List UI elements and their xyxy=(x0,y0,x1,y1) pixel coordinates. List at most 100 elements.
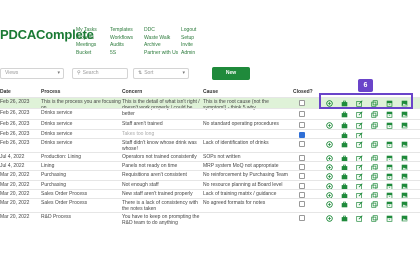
views-placeholder: Views xyxy=(5,70,19,76)
gallery-icon[interactable] xyxy=(401,173,408,180)
cell-date: Jul 4, 2022 xyxy=(0,163,25,169)
copy-icon[interactable] xyxy=(371,201,378,208)
add-icon[interactable] xyxy=(326,201,333,208)
nav-column-3: DDC Waste Walk Archive Partner with Us xyxy=(144,27,178,57)
cell-date: Mar 20, 2022 xyxy=(0,172,30,178)
nav-link[interactable]: Bucket xyxy=(76,50,97,58)
gallery-icon[interactable] xyxy=(401,215,408,222)
header-process: Process xyxy=(41,89,61,95)
briefcase-icon[interactable] xyxy=(341,173,348,180)
closed-checkbox[interactable] xyxy=(299,201,305,207)
cell-concern: There is a lack of consistency with the … xyxy=(122,200,198,212)
copy-icon[interactable] xyxy=(371,173,378,180)
sort-select[interactable]: ⇅ Sort ▾ xyxy=(133,68,189,79)
closed-checkbox[interactable] xyxy=(299,141,305,147)
chevron-down-icon: ▾ xyxy=(182,70,185,76)
nav-link[interactable]: Invite xyxy=(181,42,196,50)
gallery-icon[interactable] xyxy=(401,141,408,148)
table-row[interactable]: Feb 26, 2023 Drinks service xyxy=(0,108,420,119)
closed-checkbox[interactable] xyxy=(299,215,305,221)
briefcase-icon[interactable] xyxy=(341,111,348,118)
nav-link[interactable]: Admin xyxy=(181,50,196,58)
table-row[interactable]: Mar 20, 2022 R&D Process You have to keep … xyxy=(0,212,420,226)
add-icon[interactable] xyxy=(326,173,333,180)
search-placeholder: Search xyxy=(82,70,99,76)
nav-link[interactable]: 5S xyxy=(110,50,133,58)
archive-icon[interactable] xyxy=(386,215,393,222)
header-concern: Concern xyxy=(122,89,143,95)
closed-checkbox[interactable] xyxy=(299,111,305,117)
copy-icon[interactable] xyxy=(371,122,378,129)
closed-checkbox[interactable] xyxy=(299,122,305,128)
cell-date: Mar 20, 2022 xyxy=(0,200,30,206)
cell-process: Drinks service xyxy=(41,131,73,137)
nav-link[interactable]: Logout xyxy=(181,27,196,35)
add-icon[interactable] xyxy=(326,215,333,222)
table-row[interactable]: Feb 26, 2023 Drinks service Staff didn't k… xyxy=(0,138,420,152)
closed-checkbox[interactable] xyxy=(299,173,305,179)
cell-cause: No agreed formats for notes xyxy=(203,200,266,206)
closed-checkbox[interactable] xyxy=(299,100,305,106)
cell-concern: Not enough staff xyxy=(122,182,159,188)
nav-link[interactable]: Templates xyxy=(110,27,133,35)
cell-cause: No standard operating procedures xyxy=(203,121,279,127)
table-row[interactable]: Mar 20, 2022 Sales Order Process There is … xyxy=(0,198,420,212)
nav-link[interactable]: Partner with Us xyxy=(144,50,178,58)
cell-concern: You have to keep on prompting the R&D te… xyxy=(122,214,200,226)
nav-link[interactable]: Audits xyxy=(110,42,133,50)
archive-icon[interactable] xyxy=(386,201,393,208)
nav-link[interactable]: DDC xyxy=(144,27,178,35)
nav-link[interactable]: Meetings xyxy=(76,42,97,50)
table-row[interactable]: Feb 26, 2023 Drinks service Staff aren't t… xyxy=(0,119,420,129)
cell-date: Mar 20, 2022 xyxy=(0,214,30,220)
archive-icon[interactable] xyxy=(386,173,393,180)
sort-placeholder: Sort xyxy=(144,70,154,76)
new-button[interactable]: New xyxy=(212,67,250,80)
archive-icon[interactable] xyxy=(386,141,393,148)
cell-concern: Panels not ready on time xyxy=(122,163,178,169)
table-row[interactable]: Mar 20, 2022 Purchasing Not enough staff No… xyxy=(0,180,420,190)
briefcase-icon[interactable] xyxy=(341,215,348,222)
cell-concern: Operators not trained consistently xyxy=(122,154,197,160)
nav-link[interactable]: My Tasks xyxy=(76,27,97,35)
edit-icon[interactable] xyxy=(356,141,363,148)
search-input[interactable]: ⚲ Search xyxy=(72,68,128,79)
sort-icon: ⇅ xyxy=(138,70,143,76)
nav-link[interactable]: Waste Walk xyxy=(144,35,178,43)
nav-link[interactable]: Projects xyxy=(76,35,97,43)
edit-icon[interactable] xyxy=(356,201,363,208)
edit-icon[interactable] xyxy=(356,122,363,129)
cell-date: Jul 4, 2022 xyxy=(0,154,25,160)
gallery-icon[interactable] xyxy=(401,122,408,129)
table-row[interactable]: Mar 20, 2022 Sales Order Process New staff… xyxy=(0,189,420,199)
briefcase-icon[interactable] xyxy=(341,141,348,148)
copy-icon[interactable] xyxy=(371,141,378,148)
gallery-icon[interactable] xyxy=(401,111,408,118)
header-cause: Cause xyxy=(203,89,219,95)
edit-icon[interactable] xyxy=(356,173,363,180)
cell-cause: Lack of identification of drinks xyxy=(203,140,269,146)
table-row[interactable]: Feb 26, 2023 Drinks service Takes too long xyxy=(0,129,420,139)
nav-link[interactable]: Setup xyxy=(181,35,196,43)
table-row[interactable]: Jul 4, 2022 Production: Lining Operators n… xyxy=(0,152,420,162)
add-icon[interactable] xyxy=(326,141,333,148)
table-row[interactable]: Mar 20, 2022 Purchasing Requisitions aren'… xyxy=(0,170,420,180)
nav-link[interactable]: Archive xyxy=(144,42,178,50)
briefcase-icon[interactable] xyxy=(341,201,348,208)
cell-date: Feb 26, 2023 xyxy=(0,110,30,116)
gallery-icon[interactable] xyxy=(401,201,408,208)
edit-icon[interactable] xyxy=(356,111,363,118)
nav-link[interactable]: Workflows xyxy=(110,35,133,43)
archive-icon[interactable] xyxy=(386,111,393,118)
edit-icon[interactable] xyxy=(356,215,363,222)
cell-process: Drinks service xyxy=(41,121,73,127)
archive-icon[interactable] xyxy=(386,122,393,129)
briefcase-icon[interactable] xyxy=(341,122,348,129)
cell-date: Mar 20, 2022 xyxy=(0,191,30,197)
add-icon[interactable] xyxy=(326,122,333,129)
copy-icon[interactable] xyxy=(371,111,378,118)
table-row[interactable]: Jul 4, 2022 Lining Panels not ready on tim… xyxy=(0,161,420,171)
views-select[interactable]: Views ▾ xyxy=(0,68,64,79)
actions-callout-box xyxy=(319,93,413,109)
copy-icon[interactable] xyxy=(371,215,378,222)
